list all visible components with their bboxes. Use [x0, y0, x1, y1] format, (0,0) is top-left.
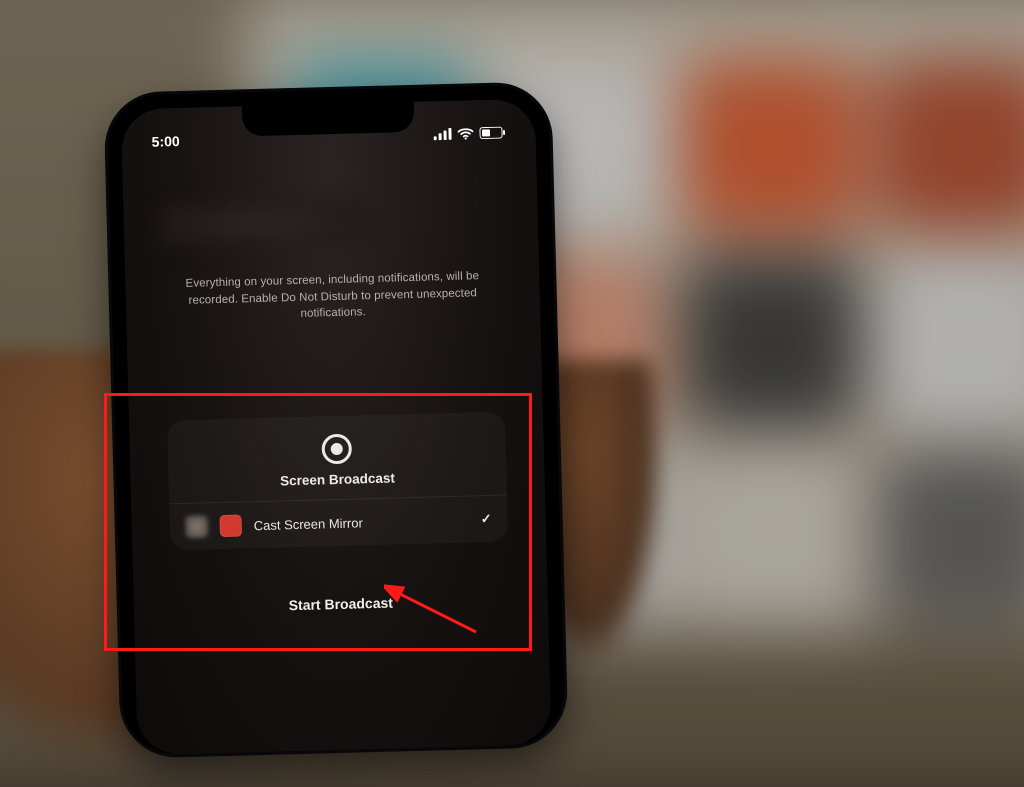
- phone-screen: 5:00 Everything on your screen, includin…: [121, 99, 552, 756]
- recording-disclaimer: Everything on your screen, including not…: [167, 268, 498, 327]
- checkmark-icon: ✓: [481, 511, 492, 527]
- app-icon: [185, 515, 208, 538]
- redacted-app-title: [159, 199, 370, 246]
- wifi-icon: [457, 127, 473, 139]
- status-bar: 5:00: [121, 121, 535, 154]
- broadcast-panel: Screen Broadcast Cast Screen Mirror ✓: [167, 412, 508, 551]
- cellular-icon: [433, 128, 451, 140]
- status-time: 5:00: [151, 133, 179, 150]
- start-broadcast-button[interactable]: Start Broadcast: [171, 578, 510, 631]
- battery-icon: [479, 126, 505, 139]
- broadcast-target-row[interactable]: Cast Screen Mirror ✓: [169, 495, 508, 551]
- iphone-device: 5:00 Everything on your screen, includin…: [106, 84, 565, 755]
- app-icon: [219, 515, 242, 538]
- record-icon: [167, 430, 506, 469]
- broadcast-target-label: Cast Screen Mirror: [254, 512, 469, 533]
